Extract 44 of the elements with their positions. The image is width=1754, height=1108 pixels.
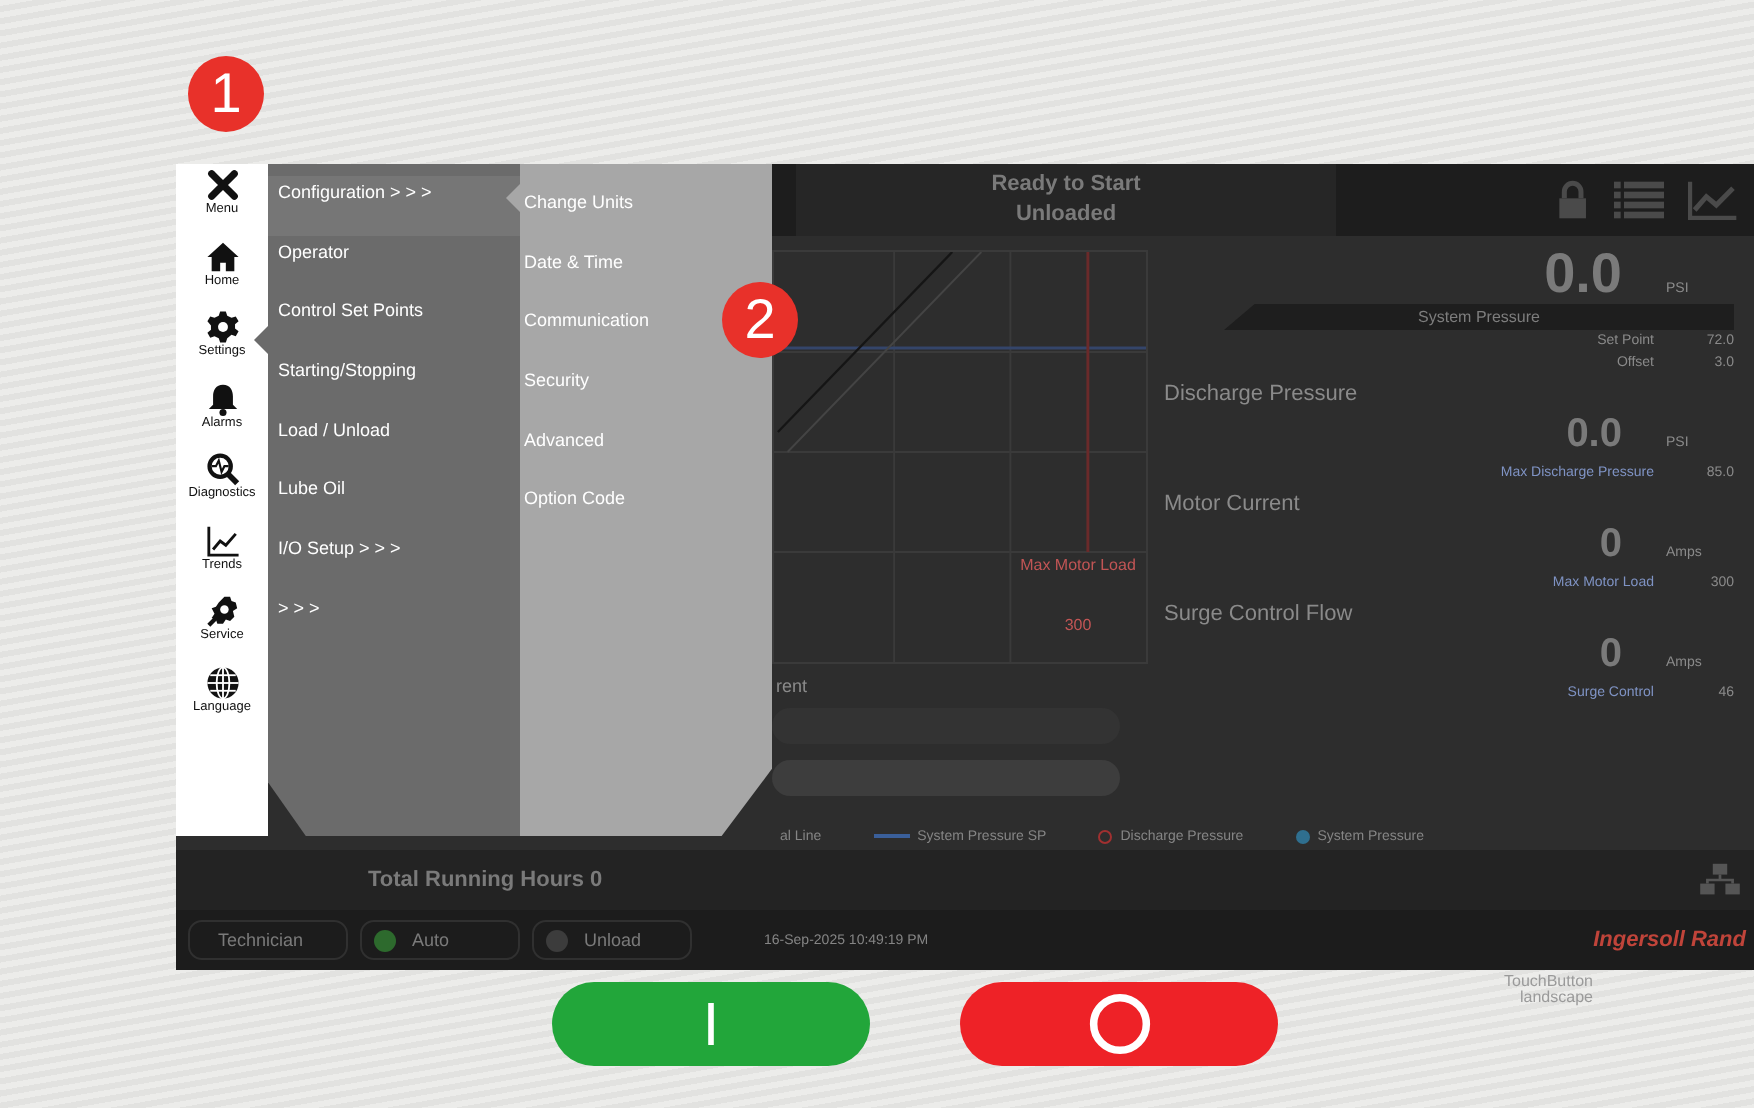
stop-icon bbox=[1087, 992, 1151, 1056]
readout-value: 0 bbox=[1599, 520, 1622, 568]
settings-entry[interactable]: Operator bbox=[268, 235, 520, 295]
readout-title: Discharge Pressure bbox=[1164, 382, 1360, 406]
start-button[interactable] bbox=[552, 982, 870, 1066]
running-hours-text: Total Running Hours 0 bbox=[368, 868, 603, 892]
network-icon[interactable] bbox=[1698, 862, 1742, 898]
globe-icon bbox=[205, 665, 239, 699]
system-pressure-label: System Pressure bbox=[1224, 304, 1734, 330]
lock-icon[interactable] bbox=[1556, 180, 1590, 220]
chart-marker-value: 300 bbox=[1062, 616, 1094, 634]
panel-label: TouchButton bbox=[1504, 974, 1593, 990]
trend-chart-icon bbox=[205, 523, 239, 557]
settings-entry[interactable]: I/O Setup > > > bbox=[268, 532, 520, 592]
bell-icon bbox=[205, 381, 239, 415]
home-icon bbox=[205, 239, 239, 273]
wrench-gear-icon bbox=[205, 594, 239, 628]
readout-title: Surge Control Flow bbox=[1164, 602, 1355, 626]
settings-icon bbox=[205, 310, 239, 344]
list-icon[interactable] bbox=[1614, 180, 1664, 220]
status-text: Ready to Start bbox=[991, 170, 1141, 200]
panel-label: landscape bbox=[1520, 990, 1593, 1006]
readout-value: 0.0 bbox=[1566, 410, 1622, 458]
user-field[interactable]: Technician bbox=[188, 920, 348, 960]
magnifier-wave-icon bbox=[205, 452, 239, 486]
section-title: rent bbox=[776, 676, 808, 696]
mode-indicator[interactable]: Unload bbox=[532, 920, 692, 960]
callout-badge: 1 bbox=[188, 56, 264, 132]
close-icon bbox=[205, 168, 239, 202]
readout-value: 0 bbox=[1599, 630, 1622, 678]
pressure-value: 0.0 bbox=[1544, 244, 1622, 304]
settings-entry[interactable]: Starting/Stopping bbox=[268, 354, 520, 414]
settings-entry[interactable]: > > > bbox=[268, 591, 520, 651]
settings-entry[interactable]: Configuration > > > bbox=[268, 176, 520, 236]
stop-button[interactable] bbox=[960, 982, 1278, 1066]
trend-chart-icon[interactable] bbox=[1688, 180, 1738, 220]
status-subtext: Unloaded bbox=[1015, 200, 1117, 230]
readout-title: Motor Current bbox=[1164, 492, 1302, 516]
settings-entry[interactable]: Lube Oil bbox=[268, 472, 520, 533]
settings-entry[interactable]: Control Set Points bbox=[268, 294, 520, 355]
chart-marker-label: Max Motor Load bbox=[1018, 556, 1138, 574]
mode-indicator[interactable]: Auto bbox=[360, 920, 520, 960]
settings-entry[interactable]: Load / Unload bbox=[268, 413, 520, 473]
brand-logo: Ingersoll Rand bbox=[1593, 928, 1749, 952]
